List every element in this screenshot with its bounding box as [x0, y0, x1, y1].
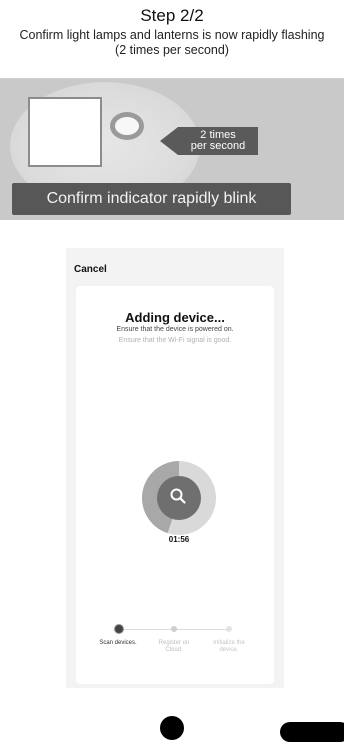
step-illustration: 2 times per second Confirm indicator rap…	[0, 79, 344, 220]
blink-rate-line-2: per second	[190, 140, 246, 152]
phone-screen: Cancel Adding device... Ensure that the …	[66, 248, 284, 688]
step-subtitle-line-1: Confirm light lamps and lanterns is now …	[19, 28, 325, 42]
rate-pointer-icon	[160, 127, 178, 155]
partial-pill-button	[280, 722, 344, 742]
ring-lamp-icon	[110, 112, 144, 140]
step-subtitle-line-2: (2 times per second)	[115, 43, 229, 57]
tip-wifi-signal: Ensure that the Wi-Fi signal is good.	[118, 337, 232, 344]
step-indicator-initialize	[226, 626, 232, 632]
step-indicator-scan	[114, 624, 124, 634]
step-label-register: Register on Cloud.	[158, 640, 190, 653]
step-header: Step 2/2 Confirm light lamps and lantern…	[0, 0, 344, 79]
tip-powered-on: Ensure that the device is powered on.	[116, 326, 234, 333]
step-title: Step 2/2	[140, 6, 204, 25]
step-label-initialize: Initialize the device.	[213, 640, 245, 653]
blink-rate-label: 2 times per second	[178, 127, 258, 155]
search-icon	[170, 488, 186, 504]
countdown-timer: 01:56	[168, 535, 190, 544]
indicator-banner: Confirm indicator rapidly blink	[12, 183, 291, 215]
step-indicator-register	[171, 626, 177, 632]
adding-device-title: Adding device...	[125, 310, 225, 325]
step-subtitle: Confirm light lamps and lanterns is now …	[10, 28, 334, 58]
partial-circle-icon	[160, 716, 184, 740]
cancel-button[interactable]: Cancel	[74, 264, 107, 275]
square-lamp-icon	[28, 97, 102, 167]
step-label-scan: Scan devices.	[99, 640, 137, 646]
